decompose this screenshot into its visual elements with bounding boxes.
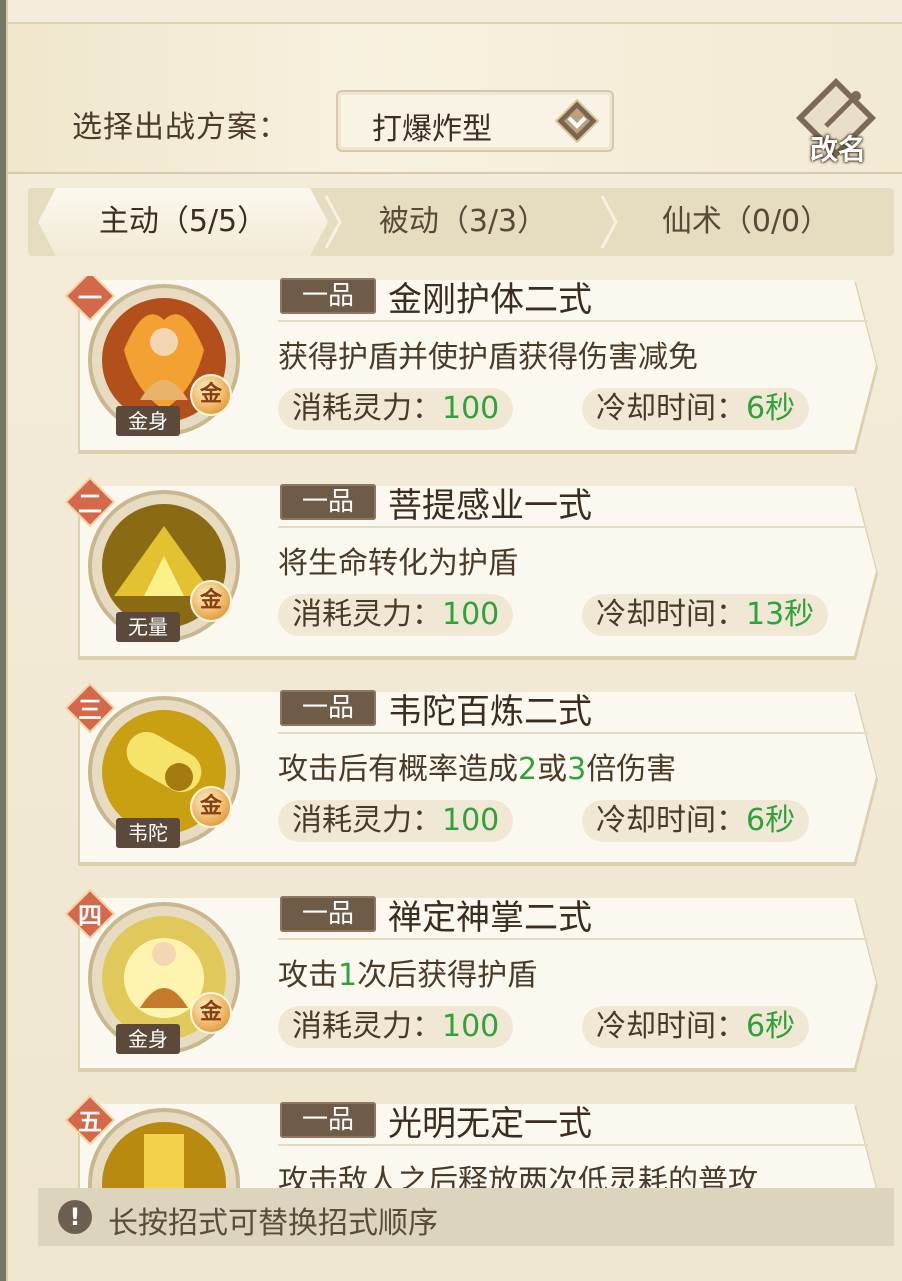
skill-card[interactable]: 韦陀 金 三 一品 韦陀百炼二式 攻击后有概率造成2或3倍伤害 消耗灵力：100…: [64, 682, 872, 866]
mana-cost: 消耗灵力：100: [278, 594, 514, 636]
element-gold-badge: 金: [190, 374, 232, 416]
rename-label: 改名: [809, 133, 866, 166]
skill-description: 攻击敌人之后释放两次低灵耗的普攻: [278, 1164, 758, 1188]
plan-label: 选择出战方案：: [72, 110, 289, 145]
desc-text: 次后获得护盾: [357, 958, 538, 993]
diamond-chevron-icon: [554, 98, 600, 144]
tip-text: 长按招式可替换招式顺序: [108, 1206, 438, 1241]
desc-text: 或: [537, 752, 568, 787]
portrait-label: 无量: [116, 612, 180, 642]
rank-number: 二: [78, 489, 102, 518]
grade-badge: 一品: [280, 690, 376, 726]
rank-number: 四: [78, 901, 102, 930]
cooldown: 冷却时间：13秒: [582, 594, 829, 636]
cooldown-value: 6秒: [746, 1009, 796, 1044]
divider: [278, 1144, 868, 1146]
mana-cost-label: 消耗灵力：: [292, 391, 442, 426]
mana-cost: 消耗灵力：100: [278, 1006, 514, 1048]
mana-cost-value: 100: [442, 803, 500, 838]
skill-name: 韦陀百炼二式: [388, 692, 592, 732]
element-gold-badge: 金: [190, 786, 232, 828]
skill-list[interactable]: 金身 金 一 一品 金刚护体二式 获得护盾并使护盾获得伤害减免 消耗灵力：100…: [38, 276, 894, 1188]
rank-number: 一: [78, 283, 102, 312]
cooldown-value: 6秒: [746, 803, 796, 838]
cooldown: 冷却时间：6秒: [582, 1006, 810, 1048]
cooldown-value: 6秒: [746, 391, 796, 426]
skill-description: 攻击1次后获得护盾: [278, 950, 537, 994]
desc-highlight: 3: [567, 752, 587, 787]
element-gold-badge: 金: [190, 580, 232, 622]
tip-bar: ! 长按招式可替换招式顺序: [38, 1188, 894, 1246]
plan-select[interactable]: 打爆炸型: [336, 90, 614, 152]
skill-name: 光明无定一式: [388, 1104, 592, 1144]
skill-card[interactable]: 五 一品 光明无定一式 攻击敌人之后释放两次低灵耗的普攻: [64, 1094, 872, 1188]
skill-name: 金刚护体二式: [388, 280, 592, 320]
desc-highlight: 2: [518, 752, 538, 787]
desc-text: 攻击: [278, 958, 338, 993]
desc-highlight: 1: [338, 958, 358, 993]
cooldown-label: 冷却时间：: [596, 803, 746, 838]
portrait-label: 韦陀: [116, 818, 180, 848]
grade-badge: 一品: [280, 484, 376, 520]
grade-badge: 一品: [280, 896, 376, 932]
portrait-label: 金身: [116, 1024, 180, 1054]
tab-active[interactable]: 主动（5/5）: [38, 188, 328, 256]
mana-cost-value: 100: [442, 1009, 500, 1044]
desc-text: 攻击后有概率造成: [278, 752, 518, 787]
tab-immortal-arts[interactable]: 仙术（0/0）: [608, 188, 884, 256]
skill-card[interactable]: 金身 金 四 一品 禅定神掌二式 攻击1次后获得护盾 消耗灵力：100 冷却时间…: [64, 888, 872, 1072]
mana-cost-label: 消耗灵力：: [292, 597, 442, 632]
skill-description: 将生命转化为护盾: [278, 546, 518, 581]
mana-cost-value: 100: [442, 391, 500, 426]
grade-badge: 一品: [280, 278, 376, 314]
plan-value: 打爆炸型: [372, 112, 492, 147]
skill-tabs: 主动（5/5） 被动（3/3） 仙术（0/0）: [28, 188, 894, 256]
cooldown: 冷却时间：6秒: [582, 800, 810, 842]
tab-passive[interactable]: 被动（3/3）: [328, 188, 598, 256]
mana-cost: 消耗灵力：100: [278, 800, 514, 842]
element-gold-badge: 金: [190, 992, 232, 1034]
skill-card[interactable]: 金身 金 一 一品 金刚护体二式 获得护盾并使护盾获得伤害减免 消耗灵力：100…: [64, 276, 872, 454]
skill-name: 菩提感业一式: [388, 486, 592, 526]
skill-description: 攻击后有概率造成2或3倍伤害: [278, 744, 676, 788]
exclamation-icon: !: [58, 1200, 92, 1234]
rank-number: 三: [78, 695, 102, 724]
cooldown-label: 冷却时间：: [596, 1009, 746, 1044]
mana-cost-label: 消耗灵力：: [292, 1009, 442, 1044]
cooldown-label: 冷却时间：: [596, 391, 746, 426]
cooldown-value: 13秒: [746, 597, 815, 632]
cooldown: 冷却时间：6秒: [582, 388, 810, 430]
divider: [278, 732, 868, 734]
divider: [278, 526, 868, 528]
mana-cost: 消耗灵力：100: [278, 388, 514, 430]
mana-cost-label: 消耗灵力：: [292, 803, 442, 838]
rename-button[interactable]: 改名: [792, 74, 880, 166]
divider: [278, 320, 868, 322]
mana-cost-value: 100: [442, 597, 500, 632]
skill-card[interactable]: 无量 金 二 一品 菩提感业一式 将生命转化为护盾 消耗灵力：100 冷却时间：…: [64, 476, 872, 660]
divider: [278, 938, 868, 940]
cooldown-label: 冷却时间：: [596, 597, 746, 632]
desc-text: 倍伤害: [586, 752, 677, 787]
portrait-label: 金身: [116, 406, 180, 436]
grade-badge: 一品: [280, 1102, 376, 1138]
skill-description: 获得护盾并使护盾获得伤害减免: [278, 340, 698, 375]
skill-name: 禅定神掌二式: [388, 898, 592, 938]
rank-number: 五: [78, 1107, 102, 1136]
skill-config-panel: 选择出战方案： 打爆炸型 改名 主动（5/5） 被动（3/3） 仙术（0/0） …: [6, 0, 902, 1281]
plan-header: 选择出战方案： 打爆炸型 改名: [8, 22, 902, 174]
